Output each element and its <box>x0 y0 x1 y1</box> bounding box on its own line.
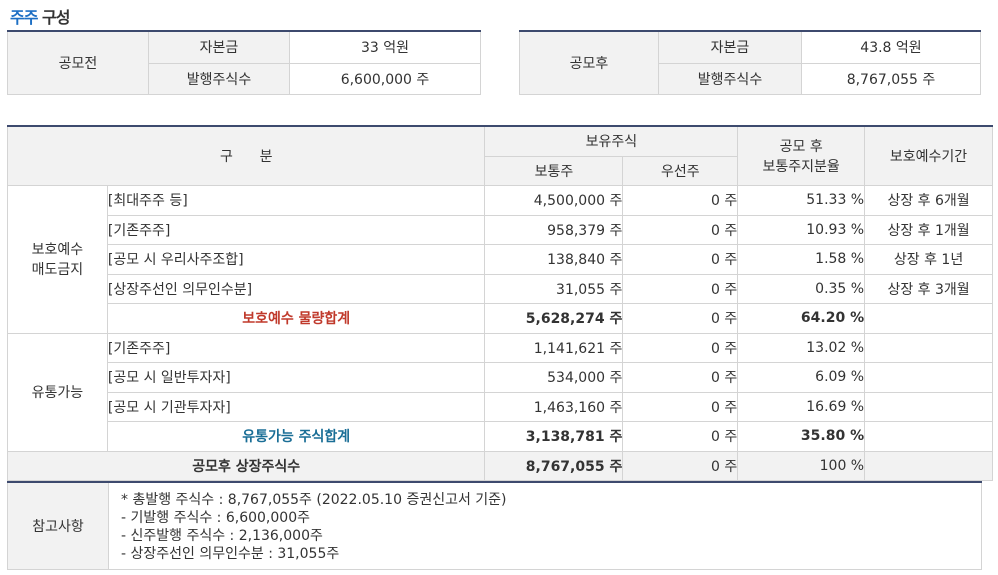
subtotal-period-empty <box>864 303 993 334</box>
notes-label: 참고사항 <box>7 481 109 570</box>
total-row: 공모후 상장주식수 8,767,055 주 0 주 100 % <box>6 450 993 481</box>
row-ratio: 51.33 % <box>737 185 866 216</box>
row-common: 1,463,160 주 <box>484 391 624 422</box>
row-common: 1,141,621 주 <box>484 332 624 363</box>
table-row: [공모 시 우리사주조합] 138,840 주 0 주 1.58 % 상장 후 … <box>8 244 993 275</box>
row-common: 4,500,000 주 <box>484 185 624 216</box>
before-label: 공모전 <box>7 30 149 95</box>
row-common: 31,055 주 <box>484 273 624 304</box>
subtotal-common: 3,138,781 주 <box>484 421 624 452</box>
group-lockup-label-line1: 보호예수 <box>31 242 84 259</box>
header-category: 구 분 <box>6 125 486 186</box>
row-period: 상장 후 6개월 <box>864 185 993 216</box>
notes-content: * 총발행 주식수 : 8,767,055주 (2022.05.10 증권신고서… <box>108 481 982 570</box>
row-name: [기존주주] <box>106 332 486 363</box>
subtotal-preferred: 0 주 <box>622 421 739 452</box>
table-row: [기존주주] 958,379 주 0 주 10.93 % 상장 후 1개월 <box>8 214 993 245</box>
header-common: 보통주 <box>484 155 624 186</box>
row-period-empty <box>864 362 993 393</box>
note-line: * 총발행 주식수 : 8,767,055주 (2022.05.10 증권신고서… <box>121 492 507 508</box>
subtotal-name: 보호예수 물량합계 <box>106 303 486 334</box>
before-capital-label: 자본금 <box>148 30 290 64</box>
table-row: [공모 시 기관투자자] 1,463,160 주 0 주 16.69 % <box>8 391 993 422</box>
row-period: 상장 후 1개월 <box>864 214 993 245</box>
before-shares-value: 6,600,000 주 <box>289 62 481 96</box>
row-period: 상장 후 3개월 <box>864 273 993 304</box>
total-period-empty <box>864 450 993 481</box>
row-ratio: 1.58 % <box>737 244 866 275</box>
subtotal-name: 유통가능 주식합계 <box>106 421 486 452</box>
row-preferred: 0 주 <box>622 214 739 245</box>
row-preferred: 0 주 <box>622 332 739 363</box>
note-line: - 상장주선인 의무인수분 : 31,055주 <box>121 546 340 562</box>
row-ratio: 16.69 % <box>737 391 866 422</box>
table-row: [상장주선인 의무인수분] 31,055 주 0 주 0.35 % 상장 후 3… <box>8 273 993 304</box>
after-label: 공모후 <box>519 30 659 95</box>
header-share-ratio-line2: 보통주지분율 <box>762 159 840 175</box>
section-title-part1: 주주 <box>10 8 38 27</box>
after-offering-table: 공모후 자본금 43.8 억원 발행주식수 8,767,055 주 <box>519 30 981 96</box>
table-row: 보호예수 매도금지 [최대주주 등] 4,500,000 주 0 주 51.33… <box>7 185 993 334</box>
shareholder-table: 구 분 보유주식 공모 후 보통주지분율 보호예수기간 보통주 우선주 보호예수… <box>6 125 993 481</box>
header-lockup-period: 보호예수기간 <box>864 125 993 186</box>
group-tradable-label: 유통가능 <box>7 332 108 452</box>
group-lockup-label-line2: 매도금지 <box>31 262 84 279</box>
after-shares-value: 8,767,055 주 <box>801 62 981 96</box>
row-preferred: 0 주 <box>622 362 739 393</box>
row-ratio: 10.93 % <box>737 214 866 245</box>
row-name: [기존주주] <box>106 214 486 245</box>
note-line: - 기발행 주식수 : 6,600,000주 <box>121 510 310 526</box>
row-common: 138,840 주 <box>484 244 624 275</box>
row-preferred: 0 주 <box>622 244 739 275</box>
after-capital-label: 자본금 <box>658 30 802 64</box>
header-share-ratio-line1: 공모 후 <box>779 139 823 155</box>
notes-table: 참고사항 * 총발행 주식수 : 8,767,055주 (2022.05.10 … <box>7 481 982 570</box>
table-row: [공모 시 일반투자자] 534,000 주 0 주 6.09 % <box>8 362 993 393</box>
total-preferred: 0 주 <box>622 450 739 481</box>
header-preferred: 우선주 <box>622 155 739 186</box>
total-ratio: 100 % <box>737 450 866 481</box>
after-capital-value: 43.8 억원 <box>801 30 981 64</box>
total-name: 공모후 상장주식수 <box>6 450 486 481</box>
before-shares-label: 발행주식수 <box>148 62 290 96</box>
header-held-shares: 보유주식 <box>484 125 739 157</box>
row-ratio: 13.02 % <box>737 332 866 363</box>
row-name: [공모 시 우리사주조합] <box>106 244 486 275</box>
before-capital-value: 33 억원 <box>289 30 481 64</box>
group-lockup-label: 보호예수 매도금지 <box>7 185 108 334</box>
section-title-part2: 구성 <box>42 8 70 27</box>
row-preferred: 0 주 <box>622 273 739 304</box>
table-row: 유통가능 [기존주주] 1,141,621 주 0 주 13.02 % <box>7 332 993 452</box>
row-name: [상장주선인 의무인수분] <box>106 273 486 304</box>
subtotal-ratio: 35.80 % <box>737 421 866 452</box>
after-shares-label: 발행주식수 <box>658 62 802 96</box>
note-line: - 신주발행 주식수 : 2,136,000주 <box>121 528 323 544</box>
row-common: 958,379 주 <box>484 214 624 245</box>
subtotal-ratio: 64.20 % <box>737 303 866 334</box>
row-name: [공모 시 일반투자자] <box>106 362 486 393</box>
row-common: 534,000 주 <box>484 362 624 393</box>
subtotal-period-empty <box>864 421 993 452</box>
subtotal-row-tradable: 유통가능 주식합계 3,138,781 주 0 주 35.80 % <box>8 421 993 452</box>
row-period-empty <box>864 332 993 363</box>
row-name: [최대주주 등] <box>106 185 486 216</box>
subtotal-preferred: 0 주 <box>622 303 739 334</box>
row-ratio: 6.09 % <box>737 362 866 393</box>
subtotal-row-lockup: 보호예수 물량합계 5,628,274 주 0 주 64.20 % <box>8 303 993 334</box>
subtotal-common: 5,628,274 주 <box>484 303 624 334</box>
before-offering-table: 공모전 자본금 33 억원 발행주식수 6,600,000 주 <box>7 30 481 96</box>
total-common: 8,767,055 주 <box>484 450 624 481</box>
header-share-ratio: 공모 후 보통주지분율 <box>737 125 866 186</box>
row-ratio: 0.35 % <box>737 273 866 304</box>
section-title: 주주 구성 <box>10 4 71 28</box>
row-period-empty <box>864 391 993 422</box>
row-period: 상장 후 1년 <box>864 244 993 275</box>
row-preferred: 0 주 <box>622 185 739 216</box>
row-name: [공모 시 기관투자자] <box>106 391 486 422</box>
row-preferred: 0 주 <box>622 391 739 422</box>
